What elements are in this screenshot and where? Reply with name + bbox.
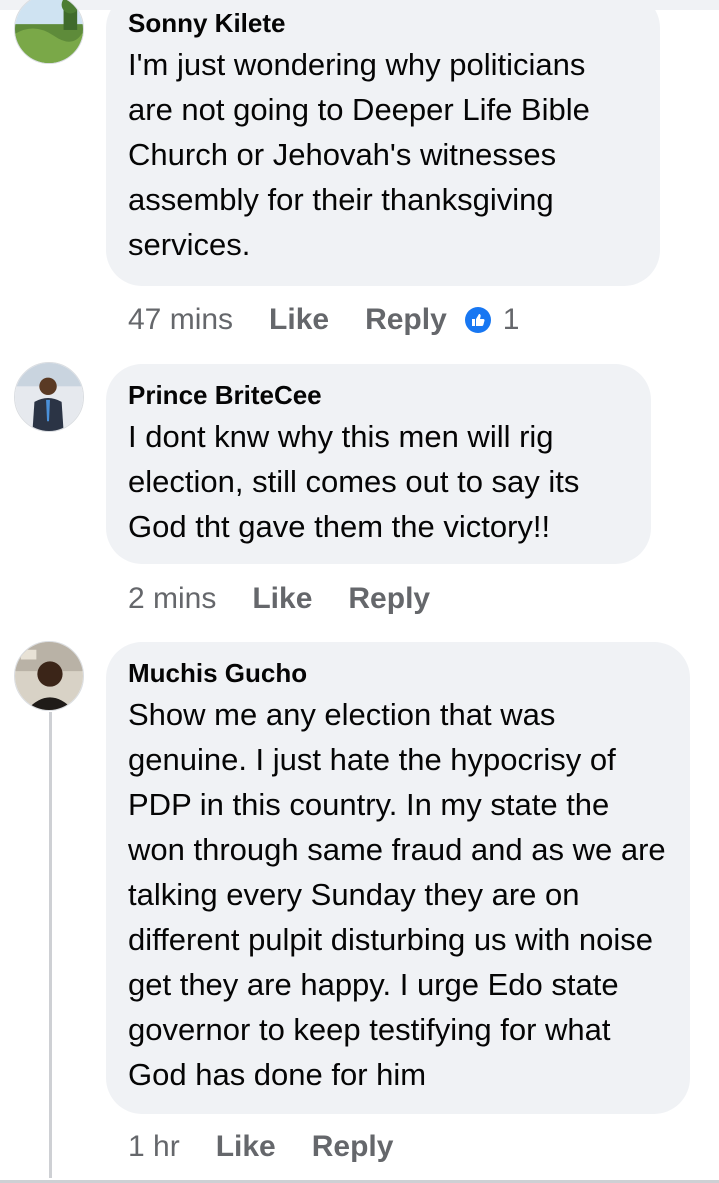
like-icon [464,307,491,333]
comment-timestamp[interactable]: 2 mins [128,582,216,616]
like-button[interactable]: Like [252,582,312,616]
comment-text: I dont knw why this men will rig electio… [128,419,580,544]
comment-actions: 47 mins Like Reply 1 [128,298,519,342]
comment-timestamp[interactable]: 1 hr [128,1130,180,1164]
reaction-summary[interactable]: 1 [464,303,520,337]
comment-actions: 1 hr Like Reply [128,1125,429,1169]
avatar[interactable] [14,0,84,64]
reply-button[interactable]: Reply [312,1130,394,1164]
avatar[interactable] [14,641,84,711]
reply-button[interactable]: Reply [348,582,430,616]
avatar[interactable] [14,362,84,432]
like-button[interactable]: Like [269,303,329,337]
reply-button[interactable]: Reply [365,303,447,337]
comment-bubble: Prince BriteCee I dont knw why this men … [106,364,651,564]
comment-timestamp[interactable]: 47 mins [128,303,233,337]
comment-author[interactable]: Sonny Kilete [128,6,638,40]
comment-actions: 2 mins Like Reply [128,577,466,621]
comment-text: I'm just wondering why politicians are n… [128,47,590,262]
comment-bubble: Sonny Kilete I'm just wondering why poli… [106,0,660,286]
comment-text: Show me any election that was genuine. I… [128,697,666,1092]
comment-author[interactable]: Muchis Gucho [128,656,668,690]
like-button[interactable]: Like [216,1130,276,1164]
reaction-count: 1 [502,303,520,336]
reply-thread-line [49,712,52,1178]
comment-author[interactable]: Prince BriteCee [128,378,629,412]
comment-bubble: Muchis Gucho Show me any election that w… [106,642,690,1114]
